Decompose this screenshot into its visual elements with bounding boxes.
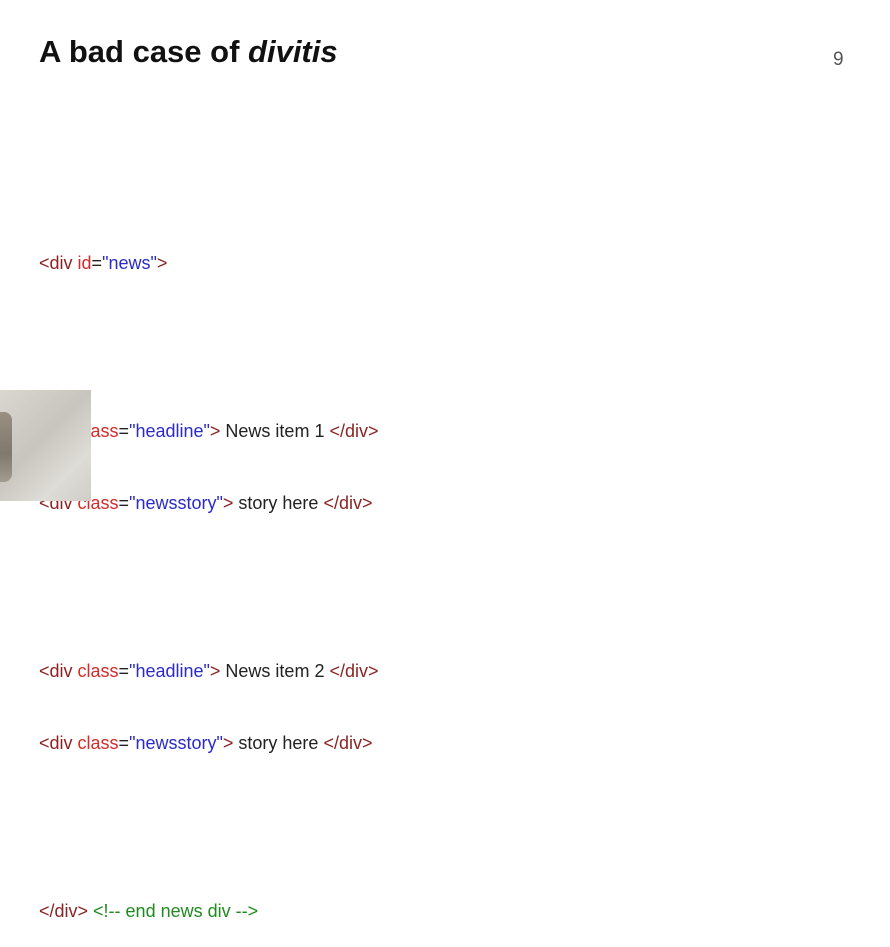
tag-end: > [222, 733, 234, 753]
slide-number: 9 [833, 49, 844, 70]
tag-end: > [156, 253, 168, 273]
code-line-headline-2: <div class="headline"> News item 2 </div… [39, 659, 379, 683]
tag-end: > [222, 493, 234, 513]
attr-value: "headline" [129, 421, 210, 441]
equals: = [118, 661, 130, 681]
attr-value: "newsstory" [129, 733, 223, 753]
webcam-figure [0, 412, 12, 482]
equals: = [91, 253, 103, 273]
title-emphasis: divitis [248, 34, 338, 69]
tag-open: <div [39, 733, 78, 753]
attr-value: "headline" [129, 661, 210, 681]
title-text: A bad case of [39, 34, 249, 69]
attr-value: "news" [102, 253, 157, 273]
slide-title: A bad case of divitis [39, 30, 338, 74]
equals: = [118, 493, 130, 513]
code-line-outer-open: <div id="news"> [39, 251, 379, 275]
attr-class: class [77, 661, 119, 681]
attr-id: id [77, 253, 92, 273]
attr-value: "newsstory" [129, 493, 223, 513]
tag-close: </div> [329, 661, 379, 681]
tag-end: > [209, 421, 221, 441]
code-block: <div id="news"> <div class="headline"> N… [39, 203, 379, 947]
equals: = [118, 421, 130, 441]
tag-end: > [209, 661, 221, 681]
code-comment: <!-- end news div --> [88, 901, 259, 921]
element-text: story here [233, 733, 324, 753]
equals: = [118, 733, 130, 753]
tag-open: <div [39, 661, 78, 681]
tag-open: <div [39, 253, 78, 273]
webcam-overlay [0, 390, 91, 501]
tag-close: </div> [39, 901, 89, 921]
attr-class: class [77, 733, 119, 753]
code-line-story-2: <div class="newsstory"> story here </div… [39, 731, 379, 755]
code-line-outer-close: </div> <!-- end news div --> [39, 899, 379, 923]
tag-close: </div> [323, 493, 373, 513]
element-text: News item 2 [220, 661, 330, 681]
tag-close: </div> [323, 733, 373, 753]
element-text: News item 1 [220, 421, 330, 441]
tag-close: </div> [329, 421, 379, 441]
element-text: story here [233, 493, 324, 513]
